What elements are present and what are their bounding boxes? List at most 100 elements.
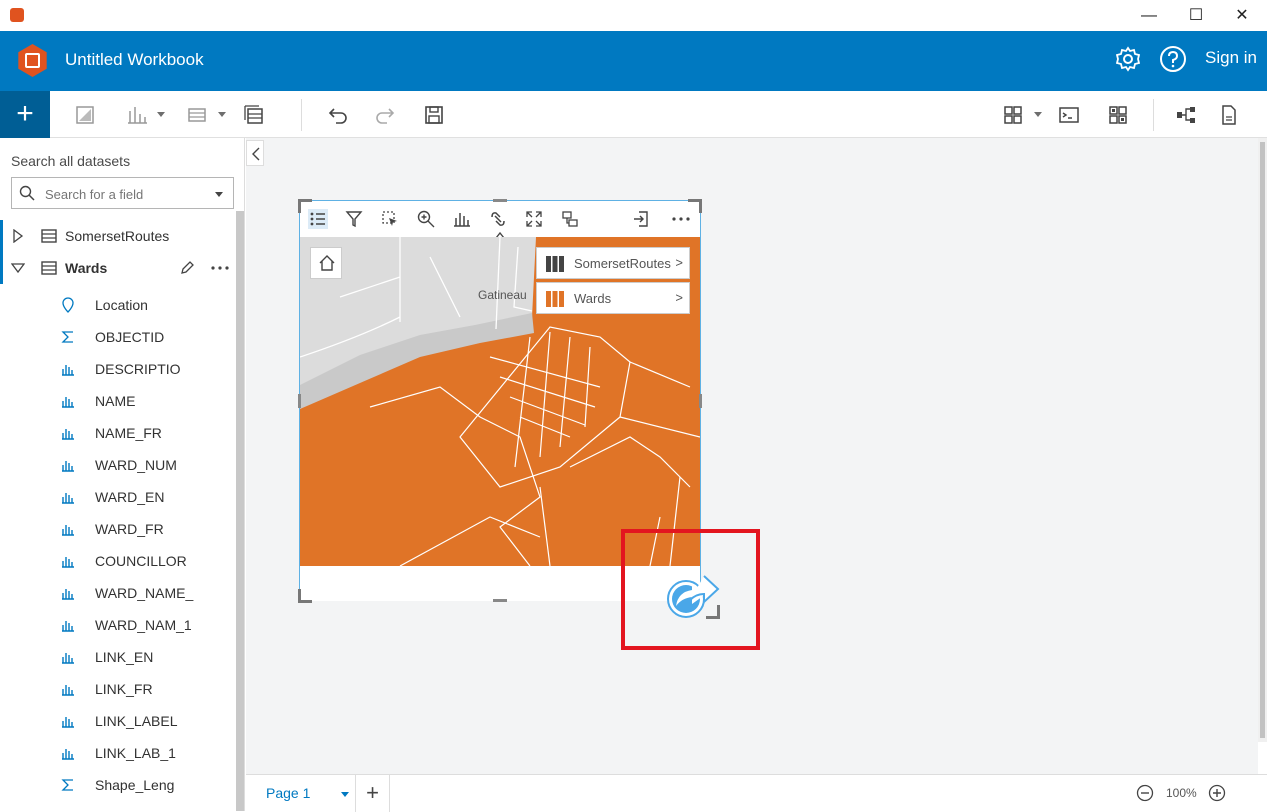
search-datasets-label: Search all datasets (11, 153, 131, 169)
save-icon[interactable] (422, 103, 446, 127)
dataset-table-icon (41, 261, 57, 275)
field-item[interactable]: COUNCILLOR (0, 545, 236, 577)
field-search-input[interactable] (45, 184, 205, 204)
dataset-row-somersetroutes[interactable]: SomersetRoutes (0, 220, 236, 252)
field-item[interactable]: NAME_FR (0, 417, 236, 449)
chevron-right-icon: > (675, 255, 683, 270)
settings-gear-icon[interactable] (1114, 45, 1142, 73)
filter-icon[interactable] (344, 209, 364, 229)
window-titlebar: — ☐ ✕ (0, 0, 1267, 31)
legend-item-somersetroutes[interactable]: SomersetRoutes > (536, 247, 690, 279)
field-item[interactable]: WARD_NUM (0, 449, 236, 481)
layout-grid-icon[interactable] (1001, 103, 1025, 127)
script-console-icon[interactable] (1057, 103, 1081, 127)
resize-handle-top-right[interactable] (688, 199, 702, 213)
sign-in-link[interactable]: Sign in (1205, 48, 1257, 68)
card-toolbar (300, 201, 700, 239)
field-item[interactable]: LINK_LAB_1 (0, 737, 236, 769)
bar-chart-icon[interactable] (452, 209, 472, 229)
expand-triangle-icon[interactable] (11, 229, 25, 243)
zoom-out-icon[interactable] (1136, 784, 1154, 802)
rename-pencil-icon[interactable] (179, 260, 195, 276)
field-name: COUNCILLOR (95, 553, 187, 569)
summary-table-icon[interactable] (242, 103, 266, 127)
field-name: LINK_LAB_1 (95, 745, 176, 761)
analysis-view-icon[interactable] (1174, 103, 1198, 127)
page-tab[interactable]: Page 1 (256, 775, 356, 812)
more-options-icon[interactable] (210, 260, 230, 276)
field-item[interactable]: WARD_FR (0, 513, 236, 545)
page-dropdown-caret[interactable] (341, 792, 349, 797)
close-button[interactable]: ✕ (1219, 0, 1265, 31)
resize-handle-left[interactable] (298, 394, 301, 408)
string-icon (61, 585, 75, 601)
grid-layout-icon[interactable] (1106, 103, 1130, 127)
field-name: WARD_FR (95, 521, 164, 537)
zoom-level: 100% (1166, 786, 1197, 800)
field-name: LINK_LABEL (95, 713, 178, 729)
field-name: Shape_Leng (95, 777, 175, 793)
string-icon (61, 553, 75, 569)
sidebar-scrollbar[interactable] (236, 211, 244, 811)
zoom-in-icon[interactable] (1208, 784, 1226, 802)
selection-tool-icon[interactable] (380, 209, 400, 229)
home-extent-button[interactable] (310, 247, 342, 279)
field-item[interactable]: NAME (0, 385, 236, 417)
legend-item-wards[interactable]: Wards > (536, 282, 690, 314)
dataset-name: SomersetRoutes (65, 228, 170, 244)
dataset-name: Wards (65, 260, 108, 276)
resize-handle-top-left[interactable] (298, 199, 312, 213)
field-item[interactable]: LINK_FR (0, 673, 236, 705)
field-name: WARD_NUM (95, 457, 177, 473)
field-name: OBJECTID (95, 329, 165, 345)
map-tool-icon[interactable] (73, 103, 97, 127)
field-item[interactable]: OBJECTID (0, 321, 236, 353)
field-item[interactable]: WARD_EN (0, 481, 236, 513)
page-properties-icon[interactable] (1217, 103, 1241, 127)
chart-tool-icon[interactable] (125, 103, 149, 127)
search-dropdown-caret[interactable] (215, 192, 223, 197)
resize-handle-top[interactable] (493, 199, 507, 202)
field-item[interactable]: LINK_EN (0, 641, 236, 673)
string-icon (61, 489, 75, 505)
field-item[interactable]: LINK_LABEL (0, 705, 236, 737)
add-page-button[interactable]: + (356, 775, 390, 812)
minimize-button[interactable]: — (1126, 0, 1172, 31)
insights-logo-icon (18, 44, 47, 77)
redo-icon[interactable] (373, 103, 397, 127)
add-data-button[interactable]: + (0, 91, 50, 138)
zoom-icon[interactable] (416, 209, 436, 229)
page-tab-label: Page 1 (266, 785, 311, 801)
help-icon[interactable] (1159, 45, 1187, 73)
field-item[interactable]: Location (0, 289, 236, 321)
resize-handle-bottom-left[interactable] (298, 589, 312, 603)
table-dropdown-caret[interactable] (218, 112, 226, 117)
field-search-box[interactable] (11, 177, 234, 209)
card-flip-icon[interactable] (560, 209, 580, 229)
resize-handle-bottom[interactable] (493, 599, 507, 602)
canvas-scrollbar[interactable] (1258, 138, 1267, 742)
highlight-box (621, 529, 760, 650)
resize-handle-right[interactable] (699, 394, 702, 408)
card-info-icon[interactable] (631, 209, 651, 229)
field-name: NAME_FR (95, 425, 162, 441)
map-view[interactable]: Gatineau SomersetRoutes > Wards > (300, 237, 700, 566)
table-tool-icon[interactable] (185, 103, 209, 127)
maximize-button[interactable]: ☐ (1173, 0, 1219, 31)
layout-dropdown-caret[interactable] (1034, 112, 1042, 117)
field-item[interactable]: WARD_NAM_1 (0, 609, 236, 641)
link-icon[interactable] (488, 209, 508, 229)
collapse-triangle-icon[interactable] (11, 261, 25, 275)
chart-dropdown-caret[interactable] (157, 112, 165, 117)
field-name: DESCRIPTIO (95, 361, 181, 377)
field-item[interactable]: WARD_NAME_ (0, 577, 236, 609)
field-item[interactable]: Shape_Leng (0, 769, 236, 801)
collapse-pane-button[interactable] (246, 140, 264, 166)
string-icon (61, 617, 75, 633)
field-item[interactable]: DESCRIPTIO (0, 353, 236, 385)
undo-icon[interactable] (326, 103, 350, 127)
app-header: Untitled Workbook Sign in (0, 31, 1267, 91)
expand-icon[interactable] (524, 209, 544, 229)
dataset-row-wards[interactable]: Wards (0, 252, 236, 284)
string-icon (61, 393, 75, 409)
